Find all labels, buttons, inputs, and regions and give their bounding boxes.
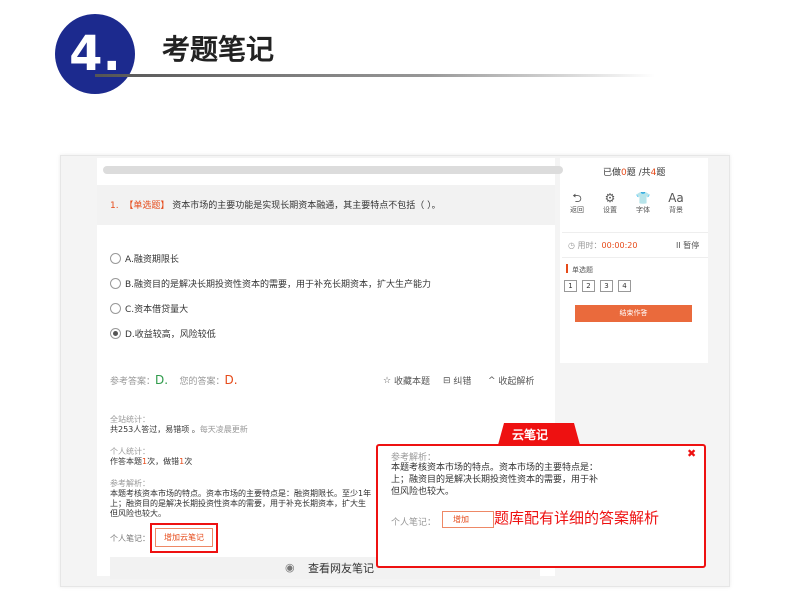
timer-label: 用时： xyxy=(577,241,602,250)
question-number: 1. xyxy=(110,201,119,211)
report-label: 纠错 xyxy=(453,377,472,387)
cloud-note-tab-label: 云笔记 xyxy=(512,428,549,442)
tool-label: 设置 xyxy=(603,206,617,214)
question-nav-1[interactable]: 1 xyxy=(564,280,577,292)
qtype-marker xyxy=(566,264,568,273)
site-stats-text: 共253人答过，易错项 。 xyxy=(110,425,200,434)
clock-icon: ◷ xyxy=(568,241,575,250)
site-stats-label: 全站统计： xyxy=(110,415,150,424)
question-type: 【单选题】 xyxy=(124,201,170,211)
option-c[interactable]: C.资本借贷量大 xyxy=(110,302,188,315)
option-label: D.收益较高，风险较低 xyxy=(125,330,216,340)
site-stats-note: 每天凌晨更新 xyxy=(199,425,248,434)
collapse-analysis-button[interactable]: ^ 收起解析 xyxy=(488,374,535,388)
done-prefix: 已做 xyxy=(603,168,622,178)
chevron-up-icon: ^ xyxy=(488,375,496,386)
ref-answer-value: D. xyxy=(155,373,169,387)
popup-add-note-button[interactable]: 增加 xyxy=(442,511,494,528)
personal-c: 次 xyxy=(184,457,193,466)
analysis-line-2: 上；融资目的是解决长期投资性资本的需要，用于补充长期资本，扩大生 xyxy=(110,499,366,508)
ref-answer-label: 参考答案： xyxy=(110,377,156,387)
qtype-label: 单选题 xyxy=(572,266,593,274)
total-suffix: 题 xyxy=(656,168,666,178)
your-answer-label: 您的答案： xyxy=(179,377,225,387)
analysis-line-3: 但风险也较大。 xyxy=(110,509,166,518)
tool-label: 背景 xyxy=(669,206,683,214)
done-counter: 已做0题 /共4题 xyxy=(603,165,665,178)
pause-button[interactable]: II 暂停 xyxy=(676,240,699,251)
report-button[interactable]: ⊟ 纠错 xyxy=(443,374,472,388)
timer-value: 00:00:20 xyxy=(601,241,638,250)
back-tool[interactable]: ⮌ 返回 xyxy=(562,192,592,215)
radio-icon[interactable] xyxy=(110,303,121,314)
finish-button[interactable]: 结束作答 xyxy=(575,305,692,322)
option-b[interactable]: B.融资目的是解决长期投资性资本的需要，用于补充长期资本，扩大生产能力 xyxy=(110,277,431,290)
question-stem: 资本市场的主要功能是实现长期资本融通，其主要特点不包括（ ）。 xyxy=(172,201,441,211)
done-mid: 题 /共 xyxy=(626,168,651,178)
personal-note-label: 个人笔记： xyxy=(110,534,150,543)
option-label: A.融资期限长 xyxy=(125,255,179,265)
add-cloud-note-button[interactable]: 增加云笔记 xyxy=(155,528,213,547)
personal-stats-label: 个人统计： xyxy=(110,447,150,456)
option-label: C.资本借贷量大 xyxy=(125,305,189,315)
step-number-badge: 4. xyxy=(55,14,135,94)
radio-selected-icon[interactable] xyxy=(110,328,121,339)
report-icon: ⊟ xyxy=(443,375,451,386)
progress-bar xyxy=(103,166,563,174)
section-title: 考题笔记 xyxy=(162,33,275,66)
background-tool[interactable]: Aa 背景 xyxy=(661,192,691,215)
personal-stats: 作答本题1次，做错1次 xyxy=(110,457,192,467)
popup-line-1: 本题考核资本市场的特点。资本市场的主要特点是： xyxy=(391,463,599,473)
undo-icon: ⮌ xyxy=(572,191,582,205)
personal-b: 次，做错 xyxy=(147,457,180,466)
close-icon[interactable]: ✖ xyxy=(687,447,696,460)
side-panel xyxy=(560,158,708,363)
option-a[interactable]: A.融资期限长 xyxy=(110,252,179,265)
option-d[interactable]: D.收益较高，风险较低 xyxy=(110,327,216,340)
gear-icon: ⚙ xyxy=(604,191,616,205)
question-nav-2[interactable]: 2 xyxy=(582,280,595,292)
header-divider xyxy=(95,74,655,77)
question-nav-3[interactable]: 3 xyxy=(600,280,613,292)
tool-label: 返回 xyxy=(570,206,584,214)
callout-text: 题库配有详细的答案解析 xyxy=(494,509,660,527)
question-text: 1. 【单选题】 资本市场的主要功能是实现长期资本融通，其主要特点不包括（ ）。 xyxy=(110,198,441,211)
radio-icon[interactable] xyxy=(110,278,121,289)
view-peer-notes-label[interactable]: 查看网友笔记 xyxy=(308,560,374,576)
popup-analysis-text: 本题考核资本市场的特点。资本市场的主要特点是： 上；融资目的是解决长期投资性资本… xyxy=(391,462,651,498)
radio-icon[interactable] xyxy=(110,253,121,264)
collapse-label: 收起解析 xyxy=(498,377,535,387)
eye-icon: ◉ xyxy=(285,561,295,574)
collect-label: 收藏本题 xyxy=(393,377,430,387)
tool-label: 字体 xyxy=(636,206,650,214)
font-size-icon: Aa xyxy=(668,191,684,205)
analysis-line-1: 本题考核资本市场的特点。资本市场的主要特点是：融资期限长。至少1年 xyxy=(110,489,372,498)
option-label: B.融资目的是解决长期投资性资本的需要，用于补充长期资本，扩大生产能力 xyxy=(125,280,432,290)
question-nav-4[interactable]: 4 xyxy=(618,280,631,292)
personal-a: 作答本题 xyxy=(110,457,142,466)
shirt-icon: 👕 xyxy=(635,191,651,205)
site-stats: 共253人答过，易错项 。每天凌晨更新 xyxy=(110,425,248,435)
font-tool[interactable]: 👕 字体 xyxy=(628,192,658,215)
analysis-label: 参考解析： xyxy=(110,479,150,488)
popup-line-2: 上；融资目的是解决长期投资性资本的需要，用于补 xyxy=(391,475,599,485)
popup-line-3: 但风险也较大。 xyxy=(391,487,455,497)
popup-note-label: 个人笔记： xyxy=(391,518,437,528)
your-answer-value: D. xyxy=(224,373,238,387)
answer-bar: 参考答案：D. 您的答案：D. xyxy=(110,373,238,387)
settings-tool[interactable]: ⚙ 设置 xyxy=(595,192,625,215)
collect-button[interactable]: ☆ 收藏本题 xyxy=(383,374,430,388)
star-icon: ☆ xyxy=(383,375,392,386)
timer: ◷ 用时：00:00:20 xyxy=(568,240,637,251)
